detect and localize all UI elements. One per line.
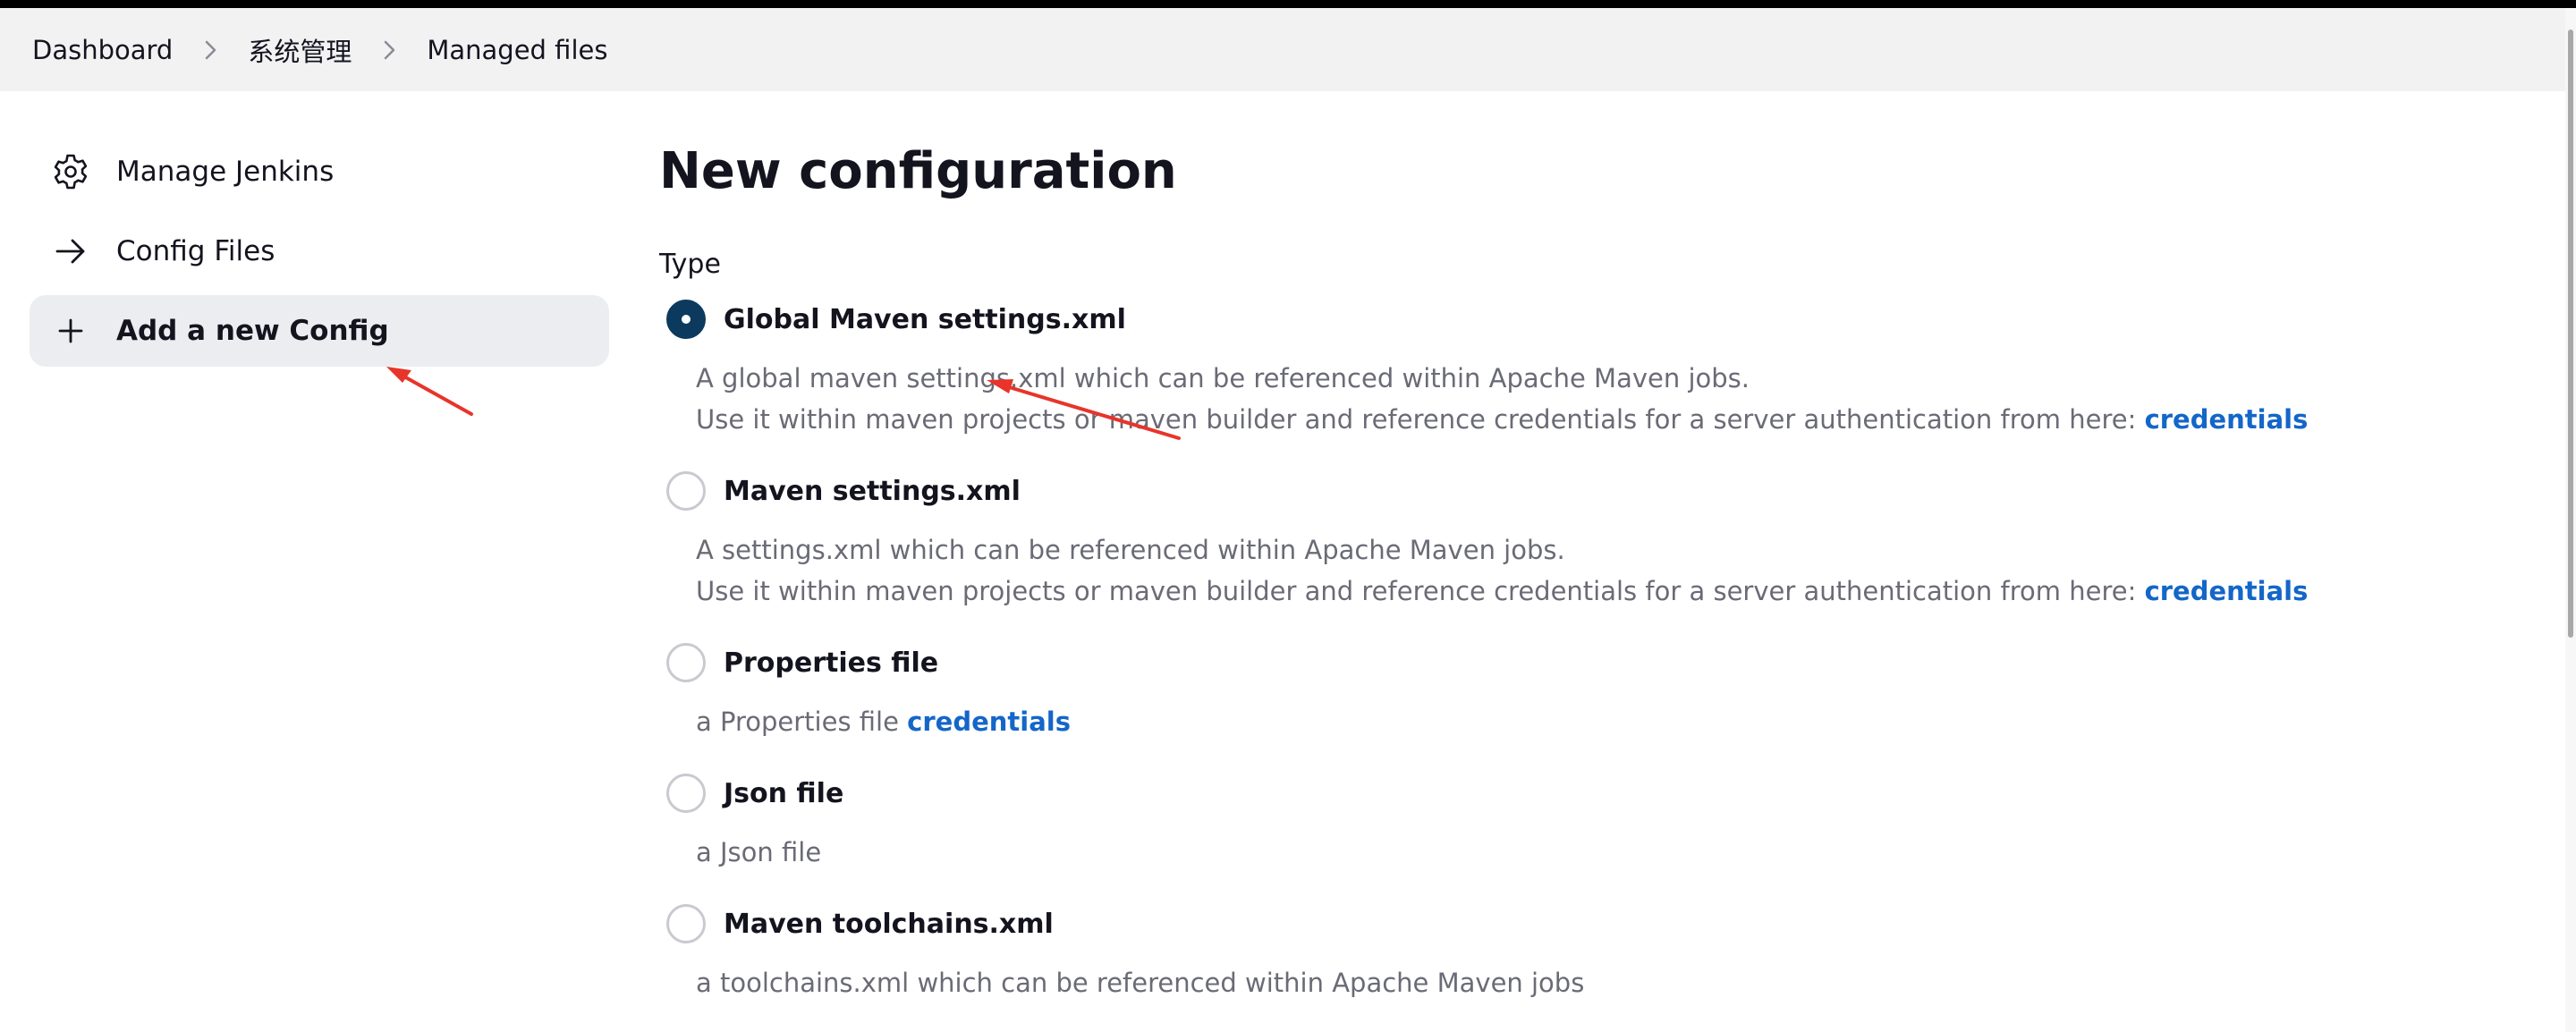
gear-icon	[49, 150, 92, 193]
plus-icon	[49, 309, 92, 352]
breadcrumb-item-managed-files[interactable]: Managed files	[427, 35, 607, 65]
arrow-right-icon	[49, 230, 92, 273]
option-description: A global maven settings.xml which can be…	[659, 358, 2520, 440]
option-description: a Properties file credentials	[659, 701, 2520, 742]
option-title: Maven toolchains.xml	[724, 908, 1054, 940]
option-head[interactable]: Properties file	[659, 639, 2520, 687]
sidebar-item-manage-jenkins[interactable]: Manage Jenkins	[30, 136, 609, 207]
option-title: Json file	[724, 777, 844, 809]
credentials-link[interactable]: credentials	[907, 706, 1071, 737]
vertical-scrollbar[interactable]	[2565, 8, 2576, 1032]
page-root: Dashboard 系统管理 Managed files Manage Jenk…	[0, 0, 2576, 1032]
chevron-right-icon	[371, 37, 407, 63]
breadcrumb: Dashboard 系统管理 Managed files	[0, 8, 2565, 91]
scrollbar-thumb[interactable]	[2568, 30, 2573, 638]
option-description: a toolchains.xml which can be referenced…	[659, 962, 2520, 1003]
option-maven-toolchains: Maven toolchains.xml a toolchains.xml wh…	[659, 900, 2520, 1003]
option-json-file: Json file a Json file	[659, 769, 2520, 873]
type-field-label: Type	[659, 249, 721, 280]
sidebar-item-label: Config Files	[116, 235, 275, 267]
sidebar: Manage Jenkins Config Files Add a new Co…	[30, 136, 609, 375]
radio-global-maven-settings[interactable]	[666, 300, 706, 339]
type-radio-group: Global Maven settings.xml A global maven…	[659, 295, 2520, 1003]
option-title: Properties file	[724, 647, 939, 679]
description-text: Use it within maven projects or maven bu…	[696, 404, 2137, 435]
description-line: a toolchains.xml which can be referenced…	[696, 968, 1585, 998]
credentials-link[interactable]: credentials	[2145, 404, 2309, 435]
description-line: a Json file	[696, 837, 822, 867]
main-content: New configuration Type Global Maven sett…	[659, 134, 2520, 1003]
option-head[interactable]: Json file	[659, 769, 2520, 817]
option-title: Maven settings.xml	[724, 475, 1021, 507]
breadcrumb-item-system-management[interactable]: 系统管理	[248, 31, 352, 69]
description-line: Use it within maven projects or maven bu…	[696, 399, 2520, 440]
option-title: Global Maven settings.xml	[724, 303, 1126, 335]
sidebar-item-config-files[interactable]: Config Files	[30, 216, 609, 287]
option-maven-settings: Maven settings.xml A settings.xml which …	[659, 467, 2520, 612]
option-head[interactable]: Maven toolchains.xml	[659, 900, 2520, 948]
sidebar-item-label: Manage Jenkins	[116, 156, 335, 188]
chevron-right-icon	[192, 37, 228, 63]
description-text: Use it within maven projects or maven bu…	[696, 576, 2137, 606]
description-line: A global maven settings.xml which can be…	[696, 363, 1750, 393]
option-description: A settings.xml which can be referenced w…	[659, 529, 2520, 612]
option-description: a Json file	[659, 832, 2520, 873]
radio-maven-toolchains[interactable]	[666, 904, 706, 943]
option-head[interactable]: Global Maven settings.xml	[659, 295, 2520, 343]
radio-json-file[interactable]	[666, 774, 706, 813]
sidebar-item-label: Add a new Config	[116, 315, 389, 347]
option-properties-file: Properties file a Properties file creden…	[659, 639, 2520, 742]
description-line: A settings.xml which can be referenced w…	[696, 535, 1565, 565]
credentials-link[interactable]: credentials	[2145, 576, 2309, 606]
radio-maven-settings[interactable]	[666, 471, 706, 511]
top-edge-strip	[0, 0, 2576, 8]
radio-properties-file[interactable]	[666, 643, 706, 682]
page-title: New configuration	[659, 142, 1177, 200]
sidebar-item-add-new-config[interactable]: Add a new Config	[30, 295, 609, 367]
description-text: a Properties file	[696, 706, 899, 737]
description-line: a Properties file credentials	[696, 701, 2520, 742]
option-head[interactable]: Maven settings.xml	[659, 467, 2520, 515]
description-line: Use it within maven projects or maven bu…	[696, 571, 2520, 612]
breadcrumb-item-dashboard[interactable]: Dashboard	[32, 35, 173, 65]
option-global-maven-settings: Global Maven settings.xml A global maven…	[659, 295, 2520, 440]
